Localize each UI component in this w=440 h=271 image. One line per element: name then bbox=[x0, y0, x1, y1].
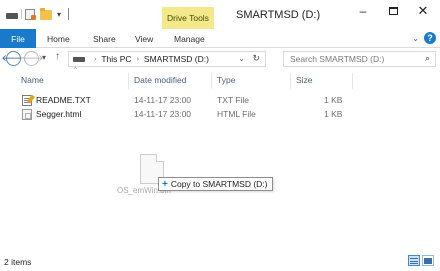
status-item-count: 2 items bbox=[4, 257, 32, 267]
breadcrumb-separator: › bbox=[94, 55, 97, 63]
window-title: SMARTMSD (D:) bbox=[236, 9, 321, 21]
help-icon[interactable]: ? bbox=[424, 32, 436, 44]
copy-tooltip-text: Copy to SMARTMSD (D:) bbox=[170, 179, 268, 189]
tab-home[interactable]: Home bbox=[47, 29, 70, 48]
file-row[interactable]: README.TXT 14-11-17 23:00 TXT File 1 KB bbox=[0, 94, 440, 108]
quick-access-toolbar: ▾ bbox=[6, 7, 69, 21]
customize-qat-icon[interactable]: ▾ bbox=[55, 10, 63, 19]
column-divider[interactable] bbox=[352, 73, 353, 89]
breadcrumb-this-pc[interactable]: This PC bbox=[101, 54, 131, 64]
properties-icon[interactable] bbox=[25, 8, 37, 20]
refresh-icon[interactable]: ↻ bbox=[252, 53, 260, 64]
qat-separator bbox=[21, 9, 22, 19]
drive-tools-context-tab[interactable]: Drive Tools bbox=[162, 7, 214, 29]
tab-view[interactable]: View bbox=[135, 29, 153, 48]
forward-button[interactable]: 🡒 bbox=[19, 51, 44, 66]
address-dropdown-icon[interactable]: ⌄ bbox=[238, 54, 245, 63]
search-icon[interactable]: ⌕ bbox=[425, 53, 430, 64]
file-size: 1 KB bbox=[324, 95, 343, 105]
qat-divider bbox=[68, 8, 69, 20]
ribbon-tabs: File Home Share View Manage ⌄ ? bbox=[0, 29, 440, 48]
text-file-icon bbox=[22, 95, 32, 106]
search-input[interactable]: Search SMARTMSD (D:) ⌕ bbox=[283, 51, 436, 67]
file-size: 1 KB bbox=[324, 109, 343, 119]
tab-manage[interactable]: Manage bbox=[174, 29, 205, 48]
view-switcher bbox=[408, 255, 434, 266]
maximize-icon bbox=[388, 7, 398, 15]
new-folder-icon[interactable] bbox=[40, 7, 52, 20]
column-divider[interactable] bbox=[290, 73, 291, 89]
file-date: 14-11-17 23:00 bbox=[134, 109, 192, 119]
tab-file[interactable]: File bbox=[0, 29, 36, 48]
sort-indicator-icon: ^ bbox=[74, 67, 77, 73]
column-header-type[interactable]: Type bbox=[217, 75, 235, 89]
up-button[interactable]: ↑ bbox=[55, 51, 60, 62]
search-placeholder: Search SMARTMSD (D:) bbox=[290, 54, 385, 64]
file-type: TXT File bbox=[217, 95, 249, 105]
expand-ribbon-icon[interactable]: ⌄ bbox=[412, 34, 419, 43]
minimize-button[interactable]: – bbox=[348, 0, 378, 22]
column-header-date-modified[interactable]: Date modified bbox=[134, 75, 186, 89]
drive-icon bbox=[73, 56, 85, 62]
copy-plus-icon: + bbox=[162, 178, 168, 190]
breadcrumb-separator: › bbox=[136, 55, 139, 63]
column-header-size[interactable]: Size bbox=[296, 75, 313, 89]
recent-locations-icon[interactable]: ▾ bbox=[42, 53, 46, 62]
title-bar: ▾ Drive Tools SMARTMSD (D:) – ✕ bbox=[0, 0, 440, 29]
column-divider[interactable] bbox=[128, 73, 129, 89]
close-button[interactable]: ✕ bbox=[408, 0, 438, 22]
column-divider[interactable] bbox=[211, 73, 212, 89]
large-icons-view-icon bbox=[424, 257, 432, 264]
maximize-button[interactable] bbox=[378, 0, 408, 22]
tab-share[interactable]: Share bbox=[93, 29, 116, 48]
details-view-icon bbox=[410, 257, 418, 264]
file-name: README.TXT bbox=[36, 95, 91, 105]
file-type: HTML File bbox=[217, 109, 256, 119]
breadcrumb-smartmsd[interactable]: SMARTMSD (D:) bbox=[144, 54, 209, 64]
copy-drop-tooltip: + Copy to SMARTMSD (D:) bbox=[158, 177, 273, 191]
file-name: Segger.html bbox=[36, 109, 82, 119]
large-icons-view-button[interactable] bbox=[422, 255, 434, 266]
address-bar[interactable]: › This PC › SMARTMSD (D:) ⌄ ↻ bbox=[68, 51, 266, 67]
file-row[interactable]: Segger.html 14-11-17 23:00 HTML File 1 K… bbox=[0, 108, 440, 122]
drive-icon bbox=[6, 9, 18, 20]
navigation-bar: 🡐 🡒 ▾ ↑ › This PC › SMARTMSD (D:) ⌄ ↻ Se… bbox=[0, 48, 440, 70]
column-header-name[interactable]: Name bbox=[21, 75, 44, 89]
ribbon-controls: ⌄ ? bbox=[412, 32, 436, 44]
html-file-icon bbox=[22, 109, 32, 120]
file-date: 14-11-17 23:00 bbox=[134, 95, 192, 105]
details-view-button[interactable] bbox=[408, 255, 420, 266]
